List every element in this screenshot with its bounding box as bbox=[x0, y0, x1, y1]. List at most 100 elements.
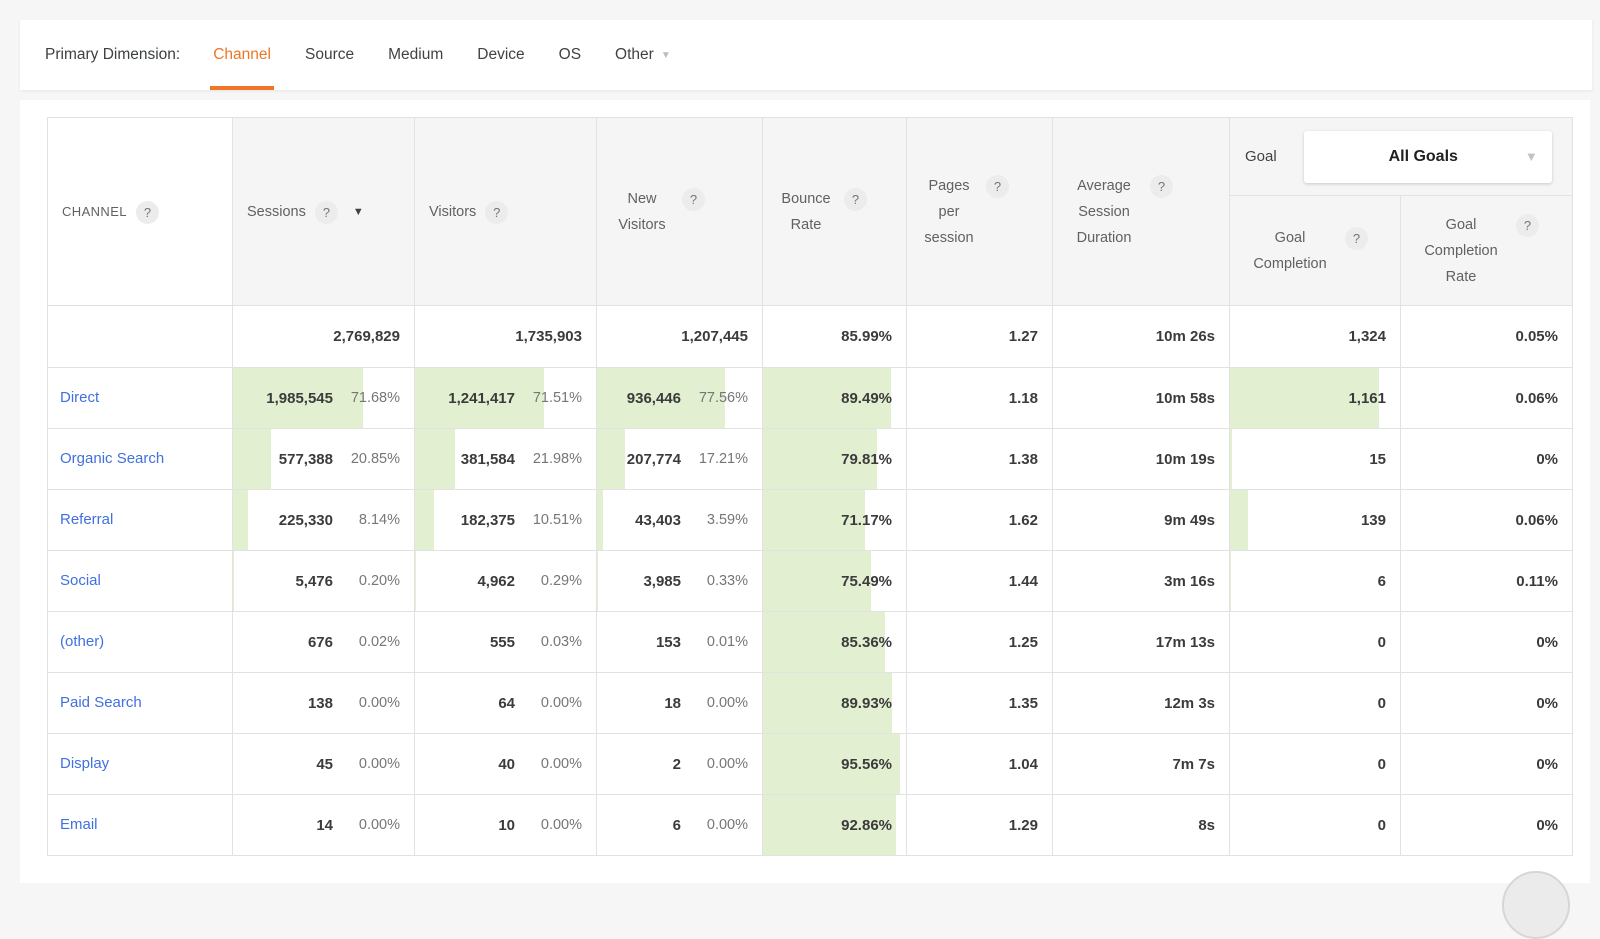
dimension-tab-medium[interactable]: Medium bbox=[371, 20, 460, 90]
channel-cell: Paid Search bbox=[48, 673, 233, 734]
dimension-tab-other[interactable]: Other▼ bbox=[598, 20, 688, 90]
goal-completion-cell: 15 bbox=[1230, 429, 1401, 490]
help-icon[interactable]: ? bbox=[682, 188, 705, 211]
help-icon[interactable]: ? bbox=[1150, 175, 1173, 198]
primary-dimension-label: Primary Dimension: bbox=[45, 20, 180, 90]
metric-percent: 0.00% bbox=[333, 756, 400, 772]
avg-session-duration-cell: 3m 16s bbox=[1053, 551, 1230, 612]
column-header-avg-session-duration[interactable]: Average Session Duration ? bbox=[1053, 118, 1230, 306]
column-header-sessions[interactable]: Sessions ? ▼ bbox=[233, 118, 415, 306]
metric-value: 64 bbox=[498, 695, 515, 712]
metric-percent: 0.00% bbox=[681, 756, 748, 772]
channel-link[interactable]: Direct bbox=[60, 389, 99, 406]
help-icon[interactable]: ? bbox=[315, 201, 338, 224]
dimension-tab-source[interactable]: Source bbox=[288, 20, 371, 90]
metric-value: 1.44 bbox=[1009, 573, 1038, 590]
metric-percent: 0.01% bbox=[681, 634, 748, 650]
metric-value: 0 bbox=[1378, 695, 1386, 712]
column-header-bounce-rate-label: Bounce Rate bbox=[777, 186, 835, 238]
metric-value: 10m 58s bbox=[1156, 390, 1215, 407]
metric-value: 3m 16s bbox=[1164, 573, 1215, 590]
channel-link[interactable]: Organic Search bbox=[60, 450, 164, 467]
metric-value: 0% bbox=[1536, 634, 1558, 651]
channel-link[interactable]: Display bbox=[60, 755, 109, 772]
metric-value: 139 bbox=[1361, 512, 1386, 529]
metric-value: 79.81% bbox=[841, 451, 892, 468]
metric-percent: 0.00% bbox=[515, 695, 582, 711]
help-icon[interactable]: ? bbox=[136, 201, 159, 224]
column-header-new-visitors[interactable]: New Visitors ? bbox=[597, 118, 763, 306]
help-icon[interactable]: ? bbox=[844, 188, 867, 211]
metric-value: 1.25 bbox=[1009, 634, 1038, 651]
dimension-tab-label: OS bbox=[559, 46, 581, 64]
goal-completion-rate-cell: 0% bbox=[1401, 734, 1573, 795]
column-header-goal-completion[interactable]: Goal Completion ? bbox=[1230, 196, 1401, 306]
column-header-goal-completion-rate[interactable]: Goal Completion Rate ? bbox=[1401, 196, 1573, 306]
channel-link[interactable]: Email bbox=[60, 816, 98, 833]
metric-percent: 8.14% bbox=[333, 512, 400, 528]
channel-link[interactable]: (other) bbox=[60, 633, 104, 650]
metric-value: 43,403 bbox=[635, 512, 681, 529]
column-header-pages-per-session-label: Pages per session bbox=[921, 173, 977, 251]
channel-link[interactable]: Social bbox=[60, 572, 101, 589]
metric-value: 1,207,445 bbox=[681, 328, 748, 345]
avg-session-duration-cell: 12m 3s bbox=[1053, 673, 1230, 734]
metric-value: 6 bbox=[673, 817, 681, 834]
metric-value: 85.99% bbox=[841, 328, 892, 345]
sessions-cell: 140.00% bbox=[233, 795, 415, 856]
bounce-rate-cell: 92.86% bbox=[763, 795, 907, 856]
pages-per-session-cell: 1.25 bbox=[907, 612, 1053, 673]
goal-completion-cell: 0 bbox=[1230, 795, 1401, 856]
totals-goal-completion: 1,324 bbox=[1230, 306, 1401, 368]
column-header-visitors[interactable]: Visitors ? bbox=[415, 118, 597, 306]
dimension-tab-device[interactable]: Device bbox=[460, 20, 541, 90]
metric-value: 45 bbox=[316, 756, 333, 773]
help-icon[interactable]: ? bbox=[485, 201, 508, 224]
sessions-cell: 1380.00% bbox=[233, 673, 415, 734]
column-header-channel-label: CHANNEL bbox=[62, 199, 127, 225]
metric-value: 10m 19s bbox=[1156, 451, 1215, 468]
metric-percent: 0.00% bbox=[515, 756, 582, 772]
dimension-tab-label: Source bbox=[305, 46, 354, 64]
metric-value: 18 bbox=[664, 695, 681, 712]
metric-value: 381,584 bbox=[461, 451, 515, 468]
goal-completion-cell: 0 bbox=[1230, 673, 1401, 734]
goal-completion-cell: 0 bbox=[1230, 734, 1401, 795]
help-icon[interactable]: ? bbox=[1516, 214, 1539, 237]
column-header-sessions-label: Sessions bbox=[247, 199, 306, 225]
channel-cell: Social bbox=[48, 551, 233, 612]
metric-percent: 77.56% bbox=[681, 390, 748, 406]
table-body: 2,769,8291,735,9031,207,44585.99%1.2710m… bbox=[48, 306, 1573, 856]
table-row: Direct1,985,54571.68%1,241,41771.51%936,… bbox=[48, 368, 1573, 429]
metric-value: 14 bbox=[316, 817, 333, 834]
channel-cell: Email bbox=[48, 795, 233, 856]
column-header-bounce-rate[interactable]: Bounce Rate ? bbox=[763, 118, 907, 306]
primary-dimension-bar: Primary Dimension: Channel Source MediumDe… bbox=[20, 20, 1592, 90]
dimension-tab-os[interactable]: OS bbox=[542, 20, 598, 90]
channel-cell: Direct bbox=[48, 368, 233, 429]
metric-value: 12m 3s bbox=[1164, 695, 1215, 712]
help-icon[interactable]: ? bbox=[1345, 227, 1368, 250]
dimension-tab-channel[interactable]: Channel bbox=[196, 20, 288, 90]
bounce-rate-cell: 89.49% bbox=[763, 368, 907, 429]
column-header-new-visitors-label: New Visitors bbox=[611, 186, 673, 238]
goal-select[interactable]: All Goals ▼ bbox=[1304, 131, 1552, 183]
column-header-pages-per-session[interactable]: Pages per session ? bbox=[907, 118, 1053, 306]
chat-bubble[interactable] bbox=[1502, 871, 1570, 939]
help-icon[interactable]: ? bbox=[986, 175, 1009, 198]
channel-link[interactable]: Referral bbox=[60, 511, 113, 528]
metric-value: 5,476 bbox=[295, 573, 333, 590]
metric-value: 225,330 bbox=[279, 512, 333, 529]
sort-descending-icon[interactable]: ▼ bbox=[353, 206, 364, 218]
totals-visitors: 1,735,903 bbox=[415, 306, 597, 368]
metric-value: 89.49% bbox=[841, 390, 892, 407]
channel-link[interactable]: Paid Search bbox=[60, 694, 142, 711]
avg-session-duration-cell: 10m 19s bbox=[1053, 429, 1230, 490]
column-header-channel[interactable]: CHANNEL ? bbox=[48, 118, 233, 306]
visitors-cell: 1,241,41771.51% bbox=[415, 368, 597, 429]
metric-value: 15 bbox=[1369, 451, 1386, 468]
metric-percent: 10.51% bbox=[515, 512, 582, 528]
metric-percent: 0.20% bbox=[333, 573, 400, 589]
pages-per-session-cell: 1.29 bbox=[907, 795, 1053, 856]
table-row: (other)6760.02%5550.03%1530.01%85.36%1.2… bbox=[48, 612, 1573, 673]
